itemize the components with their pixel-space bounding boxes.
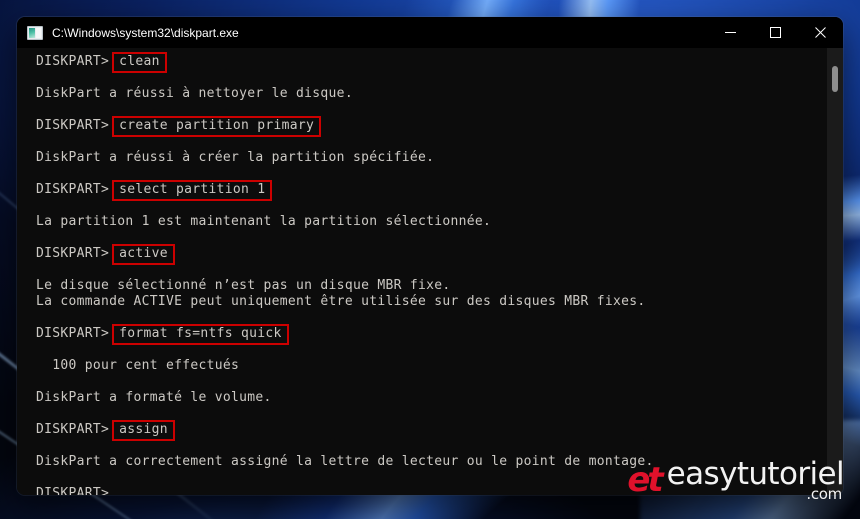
terminal-command: active xyxy=(112,243,175,265)
terminal-prompt-line: DISKPART> clean xyxy=(19,51,827,73)
terminal-scrollbar[interactable] xyxy=(827,48,843,495)
terminal-output-line: 100 pour cent effectués xyxy=(36,358,240,373)
minimize-button[interactable] xyxy=(708,17,753,48)
terminal-output-line: DiskPart a réussi à nettoyer le disque. xyxy=(36,86,353,101)
diskpart-app-icon xyxy=(27,25,43,40)
terminal-output-line: DiskPart a formaté le volume. xyxy=(36,390,272,405)
maximize-button[interactable] xyxy=(753,17,798,48)
terminal-output-line: La partition 1 est maintenant la partiti… xyxy=(36,214,492,229)
terminal-command: select partition 1 xyxy=(112,179,273,201)
title-bar[interactable]: C:\Windows\system32\diskpart.exe xyxy=(17,17,843,48)
terminal-prompt-label: DISKPART> xyxy=(36,422,110,437)
terminal-command: assign xyxy=(112,419,175,441)
terminal-prompt-line: DISKPART> assign xyxy=(19,419,827,441)
scrollbar-thumb[interactable] xyxy=(832,66,838,92)
maximize-icon xyxy=(770,27,781,38)
terminal-prompt-label: DISKPART> xyxy=(36,54,110,69)
window-controls xyxy=(708,17,843,48)
terminal-prompt-label: DISKPART> xyxy=(36,246,110,261)
close-button[interactable] xyxy=(798,17,843,48)
terminal-prompt-label: DISKPART> xyxy=(36,486,110,495)
terminal-command: clean xyxy=(112,51,167,73)
terminal-command: create partition primary xyxy=(112,115,322,137)
terminal-prompt-label: DISKPART> xyxy=(36,118,110,133)
terminal-prompt-line: DISKPART> select partition 1 xyxy=(19,179,827,201)
terminal-prompt-label: DISKPART> xyxy=(36,326,110,341)
window-title: C:\Windows\system32\diskpart.exe xyxy=(52,25,239,40)
desktop-background: C:\Windows\system32\diskpart.exe DISKPAR… xyxy=(0,0,860,519)
close-icon xyxy=(815,27,826,38)
terminal-output-line: DiskPart a réussi à créer la partition s… xyxy=(36,150,435,165)
terminal-prompt-label: DISKPART> xyxy=(36,182,110,197)
terminal-output[interactable]: DISKPART> clean DiskPart a réussi à netto… xyxy=(17,48,827,495)
terminal-output-line: DiskPart a correctement assigné la lettr… xyxy=(36,454,654,469)
diskpart-console-window[interactable]: C:\Windows\system32\diskpart.exe DISKPAR… xyxy=(17,17,843,495)
terminal-command: format fs=ntfs quick xyxy=(112,323,289,345)
terminal-output-line: Le disque sélectionné n’est pas un disqu… xyxy=(36,278,451,293)
title-bar-left: C:\Windows\system32\diskpart.exe xyxy=(17,25,708,41)
terminal-output-line: La commande ACTIVE peut uniquement être … xyxy=(36,294,646,309)
minimize-icon xyxy=(725,27,736,38)
terminal-prompt-line: DISKPART> format fs=ntfs quick xyxy=(19,323,827,345)
terminal-prompt-line: DISKPART> active xyxy=(19,243,827,265)
terminal-area[interactable]: DISKPART> clean DiskPart a réussi à netto… xyxy=(17,48,843,495)
terminal-prompt-line: DISKPART> create partition primary xyxy=(19,115,827,137)
terminal-prompt-line: DISKPART> xyxy=(19,486,827,495)
